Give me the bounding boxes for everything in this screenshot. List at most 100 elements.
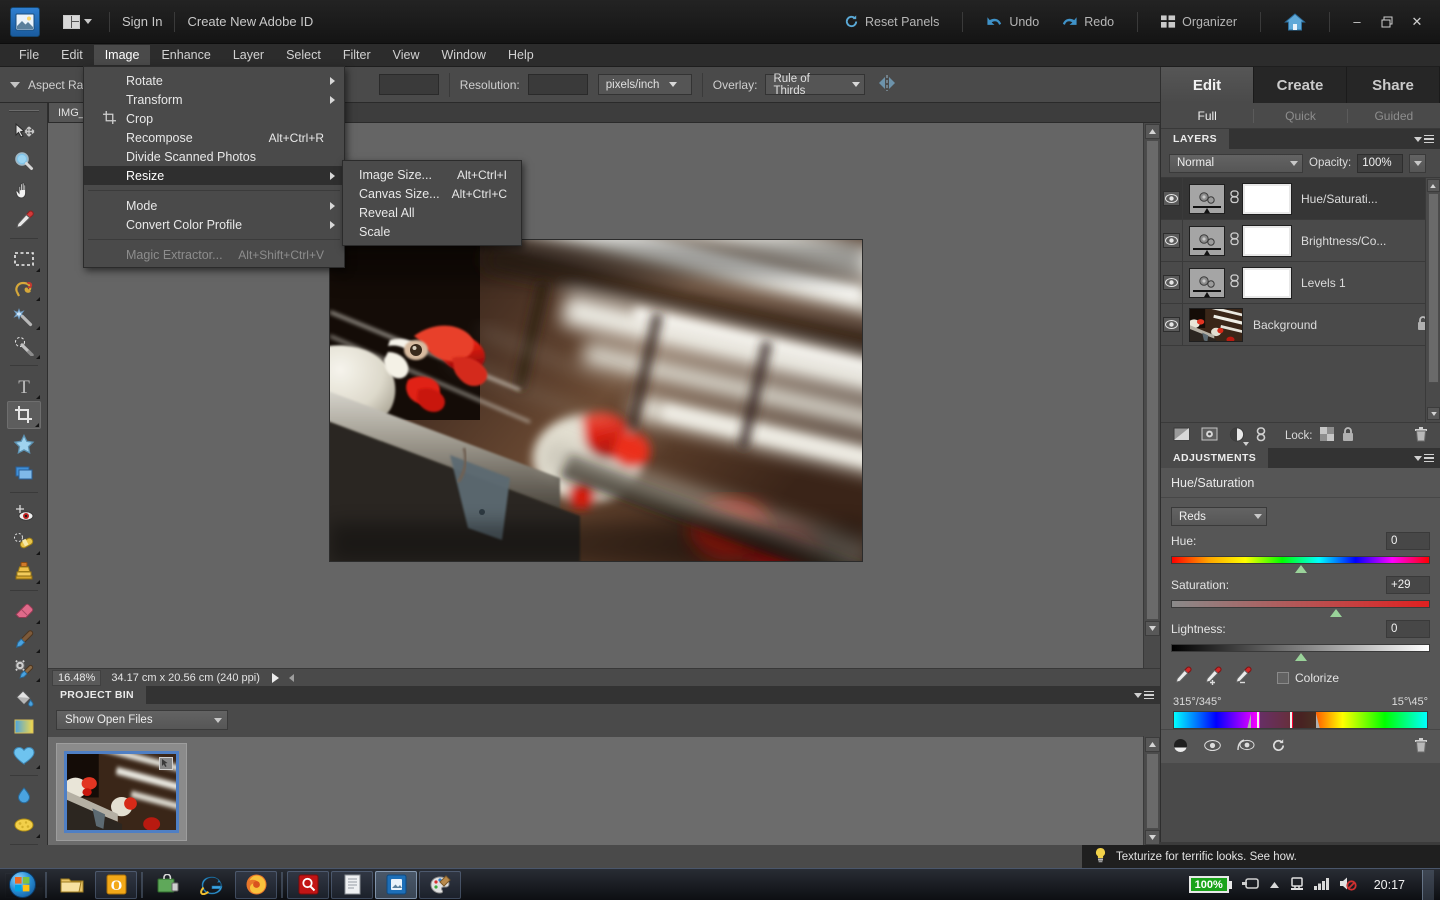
eyedropper-add-icon[interactable]: [1203, 666, 1223, 689]
menu-item-recompose[interactable]: Recompose Alt+Ctrl+R: [84, 128, 344, 147]
reset-icon[interactable]: [1271, 738, 1286, 756]
table-row[interactable]: Hue/Saturati...: [1161, 177, 1440, 220]
layer-name[interactable]: Hue/Saturati...: [1301, 192, 1378, 206]
submenu-item-image-size[interactable]: Image Size... Alt+Ctrl+I: [343, 165, 521, 184]
project-bin-menu-icon[interactable]: [1134, 690, 1154, 700]
crop-height-field[interactable]: [378, 74, 439, 95]
menu-edit[interactable]: Edit: [50, 45, 94, 65]
file-explorer-icon[interactable]: [51, 871, 93, 899]
menu-enhance[interactable]: Enhance: [150, 45, 221, 65]
table-row[interactable]: Levels 1: [1161, 261, 1440, 304]
magic-wand-tool[interactable]: [7, 303, 41, 331]
link-mask-icon[interactable]: [1228, 190, 1240, 207]
clock[interactable]: 20:17: [1366, 878, 1413, 892]
delete-adjustment-icon[interactable]: [1414, 737, 1428, 756]
close-button[interactable]: ✕: [1402, 8, 1432, 36]
status-play-icon[interactable]: [271, 672, 279, 683]
scroll-thumb[interactable]: [1145, 753, 1159, 829]
red-eye-removal-tool[interactable]: [7, 499, 41, 527]
reset-panels-button[interactable]: Reset Panels: [833, 14, 950, 29]
scroll-down-arrow[interactable]: [1144, 621, 1160, 636]
volume-muted-icon[interactable]: [1339, 876, 1357, 894]
menu-item-resize[interactable]: Resize: [84, 166, 344, 185]
zoom-level[interactable]: 16.48%: [52, 669, 102, 686]
layer-name[interactable]: Background: [1253, 318, 1317, 332]
office-app-icon[interactable]: O: [95, 870, 137, 899]
colorize-checkbox[interactable]: Colorize: [1277, 671, 1339, 685]
lightness-slider-thumb[interactable]: [1294, 653, 1307, 661]
scroll-up-arrow[interactable]: [1144, 737, 1160, 752]
tab-quick[interactable]: Quick: [1254, 108, 1348, 123]
saturation-slider-thumb[interactable]: [1330, 609, 1343, 617]
menu-item-transform[interactable]: Transform: [84, 90, 344, 109]
lock-transparency-icon[interactable]: [1319, 427, 1334, 444]
layer-name[interactable]: Brightness/Co...: [1301, 234, 1386, 248]
lightness-slider-track[interactable]: [1171, 644, 1430, 661]
new-fill-layer-icon[interactable]: [1229, 426, 1249, 446]
canvas-vertical-scrollbar[interactable]: [1143, 123, 1160, 668]
eyedropper-tool[interactable]: [7, 205, 41, 233]
saturation-slider-track[interactable]: [1171, 600, 1430, 617]
overlay-select[interactable]: Rule of Thirds: [765, 73, 866, 97]
hue-value[interactable]: 0: [1386, 532, 1430, 550]
layer-visibility-cell[interactable]: [1161, 219, 1183, 262]
range-band[interactable]: [1260, 712, 1291, 728]
marquee-tool[interactable]: [7, 245, 41, 273]
toggle-visibility-icon[interactable]: [1204, 739, 1221, 754]
create-adobe-id-link[interactable]: Create New Adobe ID: [187, 14, 313, 29]
preview-previous-icon[interactable]: [1237, 738, 1255, 755]
lasso-tool[interactable]: [7, 274, 41, 302]
menu-window[interactable]: Window: [431, 45, 497, 65]
hand-tool[interactable]: [7, 176, 41, 204]
eye-icon[interactable]: [1163, 317, 1180, 332]
scroll-thumb[interactable]: [1145, 140, 1159, 620]
flip-horizontal-icon[interactable]: [877, 74, 897, 95]
show-open-files-select[interactable]: Show Open Files: [56, 710, 228, 730]
layer-mask-thumbnail[interactable]: [1242, 182, 1292, 215]
signal-bars-icon[interactable]: [1313, 877, 1330, 893]
sign-in-link[interactable]: Sign In: [122, 14, 162, 29]
firefox-icon[interactable]: [235, 870, 277, 899]
menu-item-mode[interactable]: Mode: [84, 196, 344, 215]
project-bin-item[interactable]: [56, 743, 187, 841]
straighten-tool[interactable]: [7, 459, 41, 487]
tab-share[interactable]: Share: [1347, 67, 1440, 103]
layer-image-thumbnail[interactable]: [1189, 307, 1243, 342]
tab-edit[interactable]: Edit: [1161, 67, 1254, 103]
eye-icon[interactable]: [1163, 191, 1180, 206]
menu-image[interactable]: Image: [93, 45, 151, 65]
adjustments-panel-menu-icon[interactable]: [1414, 453, 1434, 463]
delete-layer-icon[interactable]: [1414, 426, 1428, 445]
tab-full[interactable]: Full: [1161, 108, 1255, 123]
minimize-button[interactable]: –: [1342, 8, 1372, 36]
hue-range-strip[interactable]: [1173, 711, 1428, 729]
hue-channel-select[interactable]: Reds: [1171, 507, 1267, 526]
menu-select[interactable]: Select: [275, 45, 332, 65]
status-expand-icon[interactable]: [288, 673, 294, 682]
hue-slider-track[interactable]: [1171, 556, 1430, 573]
menu-help[interactable]: Help: [497, 45, 545, 65]
battery-indicator[interactable]: 100%: [1188, 876, 1232, 893]
notepad-icon[interactable]: [331, 870, 373, 899]
eye-icon[interactable]: [1163, 275, 1180, 290]
layers-panel-title[interactable]: LAYERS: [1161, 129, 1230, 149]
resolution-units-select[interactable]: pixels/inch: [597, 74, 692, 95]
lock-all-icon[interactable]: [1341, 426, 1355, 445]
layer-visibility-cell[interactable]: [1161, 261, 1183, 304]
link-mask-icon[interactable]: [1228, 232, 1240, 249]
menu-view[interactable]: View: [382, 45, 431, 65]
resize-submenu[interactable]: Image Size... Alt+Ctrl+I Canvas Size... …: [342, 160, 522, 246]
range-handle-left-feather[interactable]: [1247, 712, 1252, 728]
undo-button[interactable]: Undo: [975, 15, 1050, 29]
zoom-tool[interactable]: [7, 147, 41, 175]
gradient-tool[interactable]: [7, 713, 41, 741]
menu-item-convert-color-profile[interactable]: Convert Color Profile: [84, 215, 344, 234]
opacity-dropdown-button[interactable]: [1409, 153, 1427, 173]
table-row[interactable]: Background: [1161, 303, 1440, 346]
move-tool[interactable]: [7, 118, 41, 146]
new-layer-icon[interactable]: [1173, 427, 1190, 444]
scroll-thumb[interactable]: [1427, 193, 1439, 383]
sponge-tool[interactable]: [7, 811, 41, 839]
tip-bar[interactable]: Texturize for terrific looks. See how.: [1082, 845, 1440, 868]
healing-brush-tool[interactable]: [7, 528, 41, 556]
